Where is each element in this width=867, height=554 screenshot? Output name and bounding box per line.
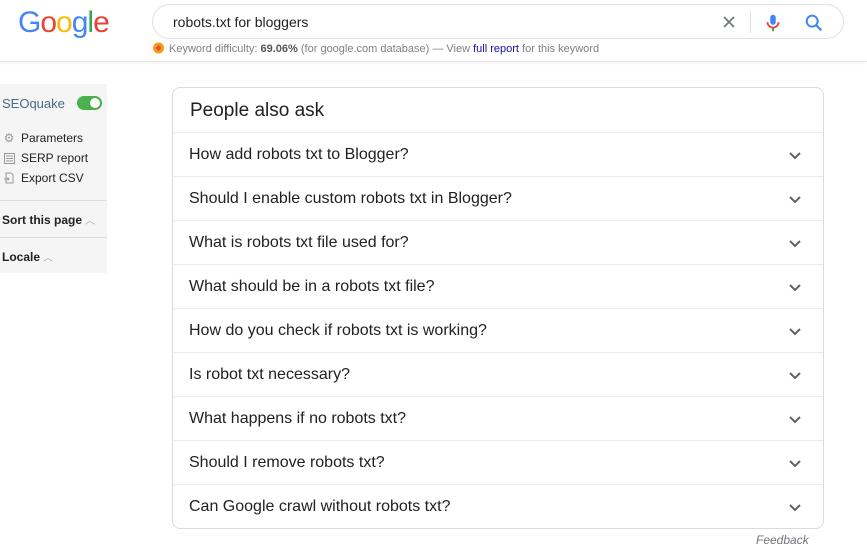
paa-question-row[interactable]: How add robots txt to Blogger? <box>173 132 823 176</box>
paa-question-row[interactable]: What should be in a robots txt file? <box>173 264 823 308</box>
paa-question-row[interactable]: Should I remove robots txt? <box>173 440 823 484</box>
paa-question-row[interactable]: How do you check if robots txt is workin… <box>173 308 823 352</box>
microphone-icon[interactable] <box>762 12 784 34</box>
keyword-difficulty-line: Keyword difficulty: 69.06% (for google.c… <box>152 42 599 55</box>
export-icon <box>2 171 16 185</box>
locale-section[interactable]: Locale ︿ <box>2 249 53 264</box>
chevron-down-icon[interactable] <box>787 147 803 163</box>
chevron-down-icon[interactable] <box>787 455 803 471</box>
chevron-down-icon[interactable] <box>787 367 803 383</box>
paa-question-row[interactable]: What is robots txt file used for? <box>173 220 823 264</box>
seoquake-divider <box>0 237 107 238</box>
chevron-down-icon[interactable] <box>787 191 803 207</box>
seoquake-menu: ⚙ Parameters SERP report Export CSV <box>2 128 88 188</box>
search-icon[interactable] <box>803 12 825 34</box>
paa-question-row[interactable]: Is robot txt necessary? <box>173 352 823 396</box>
seoquake-icon <box>153 42 164 54</box>
seoquake-parameters[interactable]: ⚙ Parameters <box>2 128 88 148</box>
full-report-link[interactable]: full report <box>473 43 519 55</box>
gear-icon: ⚙ <box>3 131 15 145</box>
kd-value: 69.06% <box>260 43 298 55</box>
logo-letter: o <box>40 6 57 39</box>
close-icon[interactable] <box>719 12 739 32</box>
seoquake-serp-report[interactable]: SERP report <box>2 148 88 168</box>
paa-question-row[interactable]: Can Google crawl without robots txt? <box>173 484 823 528</box>
feedback-link[interactable]: Feedback <box>756 533 809 547</box>
paa-question-text: Is robot txt necessary? <box>189 366 350 383</box>
chevron-up-icon: ︿ <box>85 216 96 227</box>
people-also-ask: People also ask How add robots txt to Bl… <box>172 87 824 529</box>
chevron-down-icon[interactable] <box>787 499 803 515</box>
paa-question-text: Can Google crawl without robots txt? <box>189 498 451 515</box>
menu-label: SERP report <box>21 151 89 165</box>
locale-label: Locale <box>2 250 41 264</box>
sort-label: Sort this page <box>2 213 83 227</box>
search-box[interactable]: robots.txt for bloggers <box>152 4 844 39</box>
paa-question-text: Should I enable custom robots txt in Blo… <box>189 190 512 207</box>
kd-label: Keyword difficulty: <box>169 43 258 55</box>
search-input[interactable]: robots.txt for bloggers <box>173 14 308 30</box>
paa-question-text: What happens if no robots txt? <box>189 410 407 427</box>
list-icon <box>2 151 16 165</box>
paa-question-text: How do you check if robots txt is workin… <box>189 322 487 339</box>
logo-letter: o <box>56 6 73 39</box>
seoquake-toggle[interactable] <box>77 96 102 110</box>
chevron-down-icon[interactable] <box>787 411 803 427</box>
seoquake-divider <box>0 200 107 201</box>
paa-question-row[interactable]: Should I enable custom robots txt in Blo… <box>173 176 823 220</box>
chevron-up-icon: ︿ <box>43 253 54 264</box>
seoquake-title: SEOquake <box>2 96 65 111</box>
paa-title: People also ask <box>190 100 325 121</box>
logo-letter: g <box>71 6 89 39</box>
kd-db-note: (for google.com database) — View <box>300 43 471 55</box>
paa-question-text: What should be in a robots txt file? <box>189 278 435 295</box>
paa-question-text: Should I remove robots txt? <box>189 454 385 471</box>
menu-label: Export CSV <box>21 171 84 185</box>
paa-question-text: What is robots txt file used for? <box>189 234 409 251</box>
paa-question-text: How add robots txt to Blogger? <box>189 146 409 163</box>
logo-letter: G <box>18 6 41 39</box>
chevron-down-icon[interactable] <box>787 323 803 339</box>
chevron-down-icon[interactable] <box>787 235 803 251</box>
google-logo[interactable]: Google <box>18 6 110 40</box>
kd-suffix: for this keyword <box>522 43 600 55</box>
seoquake-panel: SEOquake ⚙ Parameters SERP report Export… <box>0 84 107 273</box>
paa-question-row[interactable]: What happens if no robots txt? <box>173 396 823 440</box>
search-divider <box>750 11 751 33</box>
menu-label: Parameters <box>21 131 84 145</box>
logo-letter: e <box>93 6 110 39</box>
seoquake-export-csv[interactable]: Export CSV <box>2 168 88 188</box>
chevron-down-icon[interactable] <box>787 279 803 295</box>
search-header: Google robots.txt for bloggers Keyword d… <box>0 0 867 62</box>
sort-this-page[interactable]: Sort this page ︿ <box>2 212 95 227</box>
